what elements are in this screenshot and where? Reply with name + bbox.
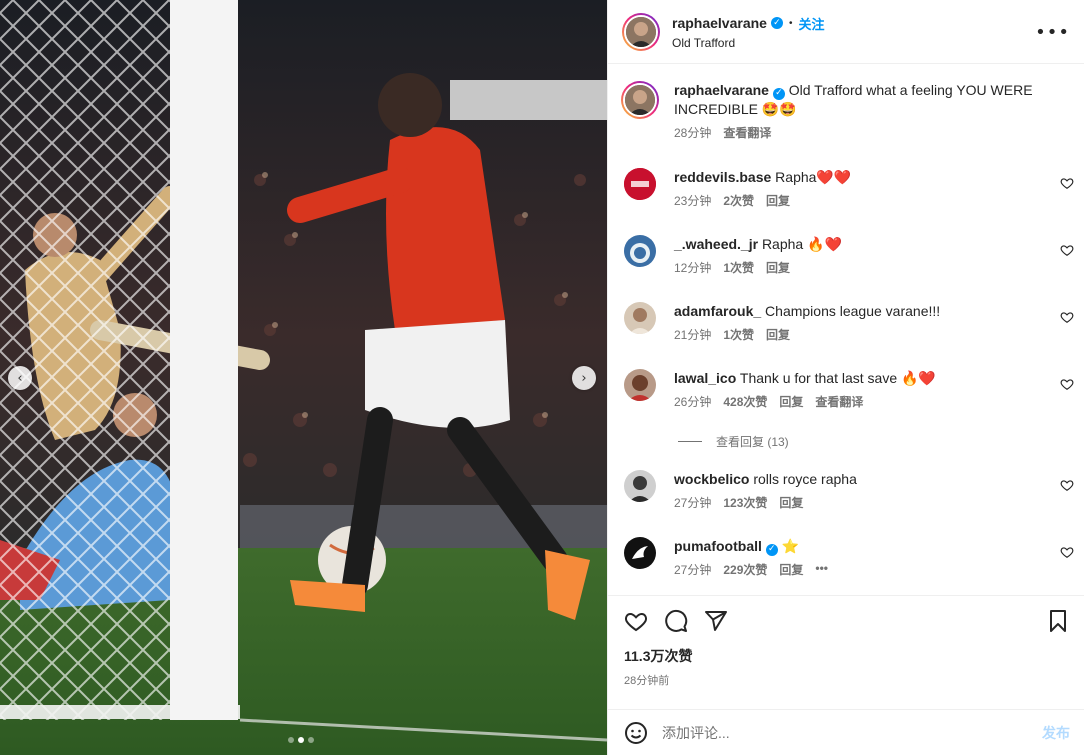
post-header: raphaelvarane ✓ • 关注 Old Trafford ••• — [608, 0, 1084, 64]
comment-bubble-icon[interactable] — [664, 609, 688, 633]
like-comment-heart-icon[interactable] — [1060, 377, 1074, 391]
commenter-avatar[interactable] — [624, 470, 656, 502]
comment-text: ⭐ — [781, 538, 800, 554]
save-bookmark-icon[interactable] — [1046, 609, 1070, 633]
reply-button[interactable]: 回复 — [779, 393, 803, 410]
comment-text: rolls royce rapha — [753, 471, 857, 487]
comment-time[interactable]: 27分钟 — [674, 494, 711, 511]
like-comment-heart-icon[interactable] — [1060, 545, 1074, 559]
comment-time[interactable]: 12分钟 — [674, 259, 711, 276]
verified-badge-icon: ✓ — [765, 543, 778, 556]
post-media: ‹ › — [0, 0, 607, 755]
verified-badge-icon: ✓ — [772, 87, 785, 100]
post-caption: raphaelvarane ✓ Old Trafford what a feel… — [621, 81, 1074, 141]
commenter-avatar[interactable] — [624, 302, 656, 334]
reply-button[interactable]: 回复 — [766, 192, 790, 209]
comment-item: pumafootball ✓ ⭐ 27分钟 229次赞 回复 ••• — [624, 537, 1074, 578]
comment-time[interactable]: 23分钟 — [674, 192, 711, 209]
commenter-avatar[interactable] — [624, 168, 656, 200]
verified-badge-icon: ✓ — [770, 17, 783, 29]
reply-button[interactable]: 回复 — [779, 561, 803, 578]
follow-button[interactable]: 关注 — [798, 14, 824, 33]
comment-likes[interactable]: 1次赞 — [723, 326, 754, 343]
comment-item: wockbelico rolls royce rapha 27分钟 123次赞 … — [624, 470, 1074, 511]
commenter-avatar[interactable] — [624, 537, 656, 569]
post-photo — [0, 0, 607, 755]
comment-input[interactable]: 添加评论... — [662, 723, 1042, 743]
post-location[interactable]: Old Trafford — [672, 36, 824, 50]
comment-likes[interactable]: 2次赞 — [723, 192, 754, 209]
comment-likes[interactable]: 428次赞 — [723, 393, 767, 410]
caption-time[interactable]: 28分钟 — [674, 124, 711, 141]
like-comment-heart-icon[interactable] — [1060, 243, 1074, 257]
carousel-dot-active — [298, 737, 304, 743]
separator-dot: • — [788, 17, 793, 29]
post-comment-button[interactable]: 发布 — [1042, 723, 1070, 743]
comment-username[interactable]: wockbelico — [674, 471, 749, 487]
comment-username[interactable]: pumafootball — [674, 538, 762, 554]
comment-text: Rapha❤️❤️ — [775, 169, 852, 185]
comment-likes[interactable]: 229次赞 — [723, 561, 767, 578]
carousel-indicator — [288, 737, 314, 743]
like-comment-heart-icon[interactable] — [1060, 176, 1074, 190]
see-translation-link[interactable]: 查看翻译 — [815, 393, 863, 410]
comment-item: reddevils.base Rapha❤️❤️ 23分钟 2次赞 回复 — [624, 168, 1074, 209]
carousel-dot — [288, 737, 294, 743]
comment-time[interactable]: 27分钟 — [674, 561, 711, 578]
view-replies-button[interactable]: 查看回复 (13) — [678, 433, 789, 450]
reply-button[interactable]: 回复 — [766, 259, 790, 276]
add-comment-bar: 添加评论... 发布 — [608, 709, 1084, 755]
carousel-next-button[interactable]: › — [572, 366, 596, 390]
comment-text: Champions league varane!!! — [765, 303, 941, 319]
comment-username[interactable]: adamfarouk_ — [674, 303, 761, 319]
comments-list[interactable]: raphaelvarane ✓ Old Trafford what a feel… — [608, 65, 1084, 595]
like-heart-icon[interactable] — [624, 609, 648, 633]
see-translation-link[interactable]: 查看翻译 — [723, 124, 771, 141]
comment-username[interactable]: _.waheed._jr — [674, 236, 758, 252]
caption-username[interactable]: raphaelvarane — [674, 82, 769, 98]
commenter-avatar[interactable] — [624, 235, 656, 267]
carousel-dot — [308, 737, 314, 743]
author-username[interactable]: raphaelvarane — [672, 15, 767, 31]
like-comment-heart-icon[interactable] — [1060, 310, 1074, 324]
comment-item: lawal_ico Thank u for that last save 🔥❤️… — [624, 369, 1074, 410]
replies-divider-line — [678, 441, 702, 442]
comment-time[interactable]: 21分钟 — [674, 326, 711, 343]
comment-username[interactable]: lawal_ico — [674, 370, 736, 386]
carousel-prev-button[interactable]: ‹ — [8, 366, 32, 390]
post-timestamp[interactable]: 28分钟前 — [624, 672, 1070, 688]
comment-text: Thank u for that last save 🔥❤️ — [739, 370, 936, 386]
comment-item: adamfarouk_ Champions league varane!!! 2… — [624, 302, 1074, 343]
comment-time[interactable]: 26分钟 — [674, 393, 711, 410]
comment-item: _.waheed._jr Rapha 🔥❤️ 12分钟 1次赞 回复 — [624, 235, 1074, 276]
like-comment-heart-icon[interactable] — [1060, 478, 1074, 492]
post-dialog: ‹ › raphaelvarane ✓ • 关注 Old Trafford ••… — [0, 0, 1084, 755]
emoji-icon[interactable] — [624, 721, 648, 745]
post-side-panel: raphaelvarane ✓ • 关注 Old Trafford ••• ra… — [607, 0, 1084, 755]
comment-options-icon[interactable]: ••• — [815, 561, 828, 578]
reply-button[interactable]: 回复 — [766, 326, 790, 343]
comment-likes[interactable]: 123次赞 — [723, 494, 767, 511]
commenter-avatar[interactable] — [624, 369, 656, 401]
view-replies-label[interactable]: 查看回复 (13) — [716, 433, 789, 450]
reply-button[interactable]: 回复 — [779, 494, 803, 511]
author-avatar[interactable] — [621, 81, 659, 119]
comment-likes[interactable]: 1次赞 — [723, 259, 754, 276]
more-options-icon[interactable]: ••• — [1035, 22, 1070, 43]
share-send-icon[interactable] — [704, 609, 728, 633]
post-actions: 11.3万次赞 28分钟前 — [608, 595, 1084, 688]
likes-count[interactable]: 11.3万次赞 — [624, 646, 1070, 666]
comment-username[interactable]: reddevils.base — [674, 169, 771, 185]
author-avatar[interactable] — [622, 12, 660, 51]
comment-text: Rapha 🔥❤️ — [761, 236, 842, 252]
